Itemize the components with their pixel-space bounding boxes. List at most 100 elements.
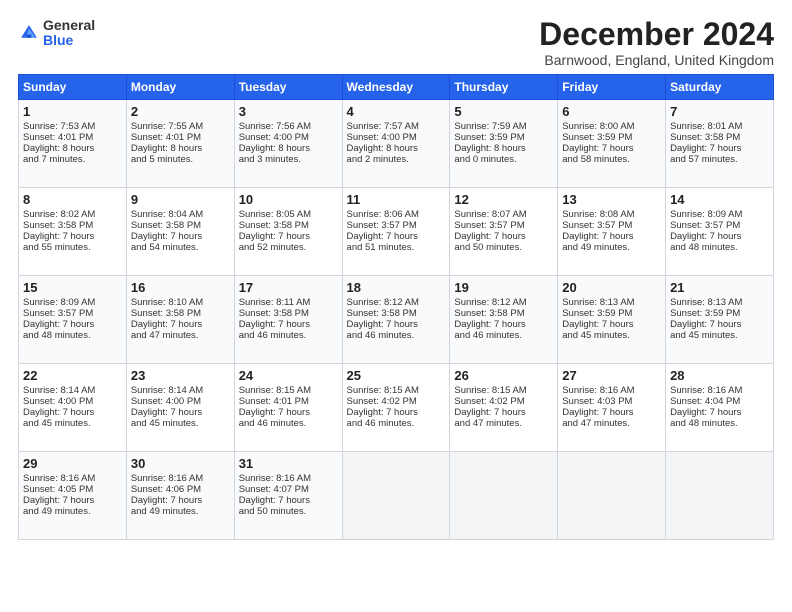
day-info-line: Sunset: 4:06 PM bbox=[131, 484, 230, 495]
logo-blue: Blue bbox=[43, 33, 95, 48]
calendar-day-cell: 29Sunrise: 8:16 AMSunset: 4:05 PMDayligh… bbox=[19, 452, 127, 540]
day-info-line: Sunset: 4:00 PM bbox=[23, 396, 122, 407]
calendar-header-cell: Saturday bbox=[666, 75, 774, 100]
day-info-line: Sunset: 3:58 PM bbox=[131, 220, 230, 231]
day-info-line: Sunrise: 8:12 AM bbox=[347, 297, 446, 308]
day-info-line: Sunset: 3:59 PM bbox=[670, 308, 769, 319]
day-info-line: Sunrise: 8:10 AM bbox=[131, 297, 230, 308]
day-info-line: Daylight: 7 hours bbox=[670, 407, 769, 418]
day-info-line: Sunset: 3:58 PM bbox=[670, 132, 769, 143]
day-info-line: and 7 minutes. bbox=[23, 154, 122, 165]
day-info-line: Daylight: 8 hours bbox=[347, 143, 446, 154]
calendar-day-cell: 26Sunrise: 8:15 AMSunset: 4:02 PMDayligh… bbox=[450, 364, 558, 452]
day-info-line: and 46 minutes. bbox=[239, 418, 338, 429]
day-info-line: Daylight: 7 hours bbox=[670, 231, 769, 242]
calendar-day-cell: 31Sunrise: 8:16 AMSunset: 4:07 PMDayligh… bbox=[234, 452, 342, 540]
day-number: 14 bbox=[670, 192, 769, 207]
day-number: 23 bbox=[131, 368, 230, 383]
day-number: 19 bbox=[454, 280, 553, 295]
day-info-line: Sunrise: 7:53 AM bbox=[23, 121, 122, 132]
calendar-day-cell: 2Sunrise: 7:55 AMSunset: 4:01 PMDaylight… bbox=[126, 100, 234, 188]
day-number: 12 bbox=[454, 192, 553, 207]
day-info-line: and 45 minutes. bbox=[131, 418, 230, 429]
day-info-line: Sunrise: 8:06 AM bbox=[347, 209, 446, 220]
calendar-week-row: 22Sunrise: 8:14 AMSunset: 4:00 PMDayligh… bbox=[19, 364, 774, 452]
day-info-line: and 49 minutes. bbox=[562, 242, 661, 253]
header: General Blue December 2024 Barnwood, Eng… bbox=[18, 18, 774, 68]
day-number: 31 bbox=[239, 456, 338, 471]
calendar-day-cell: 11Sunrise: 8:06 AMSunset: 3:57 PMDayligh… bbox=[342, 188, 450, 276]
day-info-line: Sunset: 3:58 PM bbox=[454, 308, 553, 319]
day-info-line: Sunrise: 8:15 AM bbox=[347, 385, 446, 396]
day-number: 27 bbox=[562, 368, 661, 383]
calendar-day-cell: 3Sunrise: 7:56 AMSunset: 4:00 PMDaylight… bbox=[234, 100, 342, 188]
day-info-line: Daylight: 7 hours bbox=[239, 407, 338, 418]
calendar-day-cell: 19Sunrise: 8:12 AMSunset: 3:58 PMDayligh… bbox=[450, 276, 558, 364]
location: Barnwood, England, United Kingdom bbox=[539, 52, 774, 68]
day-info-line: Sunrise: 7:59 AM bbox=[454, 121, 553, 132]
day-info-line: Sunset: 3:59 PM bbox=[454, 132, 553, 143]
logo-general: General bbox=[43, 18, 95, 33]
day-info-line: Daylight: 7 hours bbox=[131, 319, 230, 330]
day-info-line: Sunset: 4:05 PM bbox=[23, 484, 122, 495]
day-info-line: Daylight: 7 hours bbox=[23, 495, 122, 506]
day-info-line: and 0 minutes. bbox=[454, 154, 553, 165]
day-info-line: and 47 minutes. bbox=[131, 330, 230, 341]
day-info-line: Sunrise: 8:08 AM bbox=[562, 209, 661, 220]
day-info-line: Sunset: 4:01 PM bbox=[23, 132, 122, 143]
calendar-day-cell: 7Sunrise: 8:01 AMSunset: 3:58 PMDaylight… bbox=[666, 100, 774, 188]
calendar-table: SundayMondayTuesdayWednesdayThursdayFrid… bbox=[18, 74, 774, 540]
day-info-line: Sunrise: 8:13 AM bbox=[670, 297, 769, 308]
day-info-line: Sunset: 3:58 PM bbox=[239, 220, 338, 231]
day-number: 20 bbox=[562, 280, 661, 295]
day-info-line: Sunrise: 8:12 AM bbox=[454, 297, 553, 308]
month-title: December 2024 bbox=[539, 18, 774, 50]
day-number: 2 bbox=[131, 104, 230, 119]
day-info-line: Daylight: 7 hours bbox=[562, 231, 661, 242]
day-number: 22 bbox=[23, 368, 122, 383]
day-info-line: Daylight: 7 hours bbox=[347, 407, 446, 418]
day-info-line: Daylight: 7 hours bbox=[239, 319, 338, 330]
day-info-line: and 47 minutes. bbox=[454, 418, 553, 429]
day-info-line: Daylight: 7 hours bbox=[347, 231, 446, 242]
day-info-line: Sunrise: 8:16 AM bbox=[670, 385, 769, 396]
day-info-line: and 48 minutes. bbox=[670, 242, 769, 253]
day-info-line: Sunrise: 8:05 AM bbox=[239, 209, 338, 220]
day-info-line: Sunset: 4:00 PM bbox=[131, 396, 230, 407]
day-number: 28 bbox=[670, 368, 769, 383]
day-info-line: Sunrise: 8:00 AM bbox=[562, 121, 661, 132]
calendar-day-cell: 15Sunrise: 8:09 AMSunset: 3:57 PMDayligh… bbox=[19, 276, 127, 364]
calendar-day-cell: 24Sunrise: 8:15 AMSunset: 4:01 PMDayligh… bbox=[234, 364, 342, 452]
day-info-line: Sunrise: 8:09 AM bbox=[670, 209, 769, 220]
day-number: 4 bbox=[347, 104, 446, 119]
day-info-line: and 45 minutes. bbox=[23, 418, 122, 429]
day-info-line: Sunset: 4:00 PM bbox=[347, 132, 446, 143]
calendar-day-cell: 16Sunrise: 8:10 AMSunset: 3:58 PMDayligh… bbox=[126, 276, 234, 364]
day-info-line: Sunset: 4:03 PM bbox=[562, 396, 661, 407]
day-info-line: and 46 minutes. bbox=[454, 330, 553, 341]
day-info-line: Sunrise: 8:16 AM bbox=[23, 473, 122, 484]
day-info-line: and 48 minutes. bbox=[23, 330, 122, 341]
day-info-line: Daylight: 7 hours bbox=[454, 407, 553, 418]
day-info-line: Daylight: 7 hours bbox=[562, 143, 661, 154]
day-info-line: and 49 minutes. bbox=[23, 506, 122, 517]
day-info-line: Daylight: 7 hours bbox=[131, 231, 230, 242]
day-info-line: Sunset: 3:59 PM bbox=[562, 308, 661, 319]
day-info-line: Sunrise: 8:04 AM bbox=[131, 209, 230, 220]
day-info-line: Daylight: 7 hours bbox=[131, 407, 230, 418]
day-info-line: and 3 minutes. bbox=[239, 154, 338, 165]
day-info-line: Daylight: 7 hours bbox=[347, 319, 446, 330]
day-number: 16 bbox=[131, 280, 230, 295]
calendar-week-row: 1 Sunrise: 7:53 AMSunset: 4:01 PM Daylight… bbox=[19, 100, 774, 188]
day-info-line: Daylight: 7 hours bbox=[670, 143, 769, 154]
day-info-line: Sunrise: 8:01 AM bbox=[670, 121, 769, 132]
day-info-line: and 48 minutes. bbox=[670, 418, 769, 429]
calendar-day-cell: 8Sunrise: 8:02 AMSunset: 3:58 PMDaylight… bbox=[19, 188, 127, 276]
page: General Blue December 2024 Barnwood, Eng… bbox=[0, 0, 792, 612]
day-number: 1 bbox=[23, 104, 122, 119]
day-number: 26 bbox=[454, 368, 553, 383]
calendar-day-cell: 1Sunrise: 7:53 AMSunset: 4:01 PMDaylight… bbox=[19, 100, 127, 188]
calendar-day-cell: 20Sunrise: 8:13 AMSunset: 3:59 PMDayligh… bbox=[558, 276, 666, 364]
calendar-week-row: 29Sunrise: 8:16 AMSunset: 4:05 PMDayligh… bbox=[19, 452, 774, 540]
day-number: 30 bbox=[131, 456, 230, 471]
